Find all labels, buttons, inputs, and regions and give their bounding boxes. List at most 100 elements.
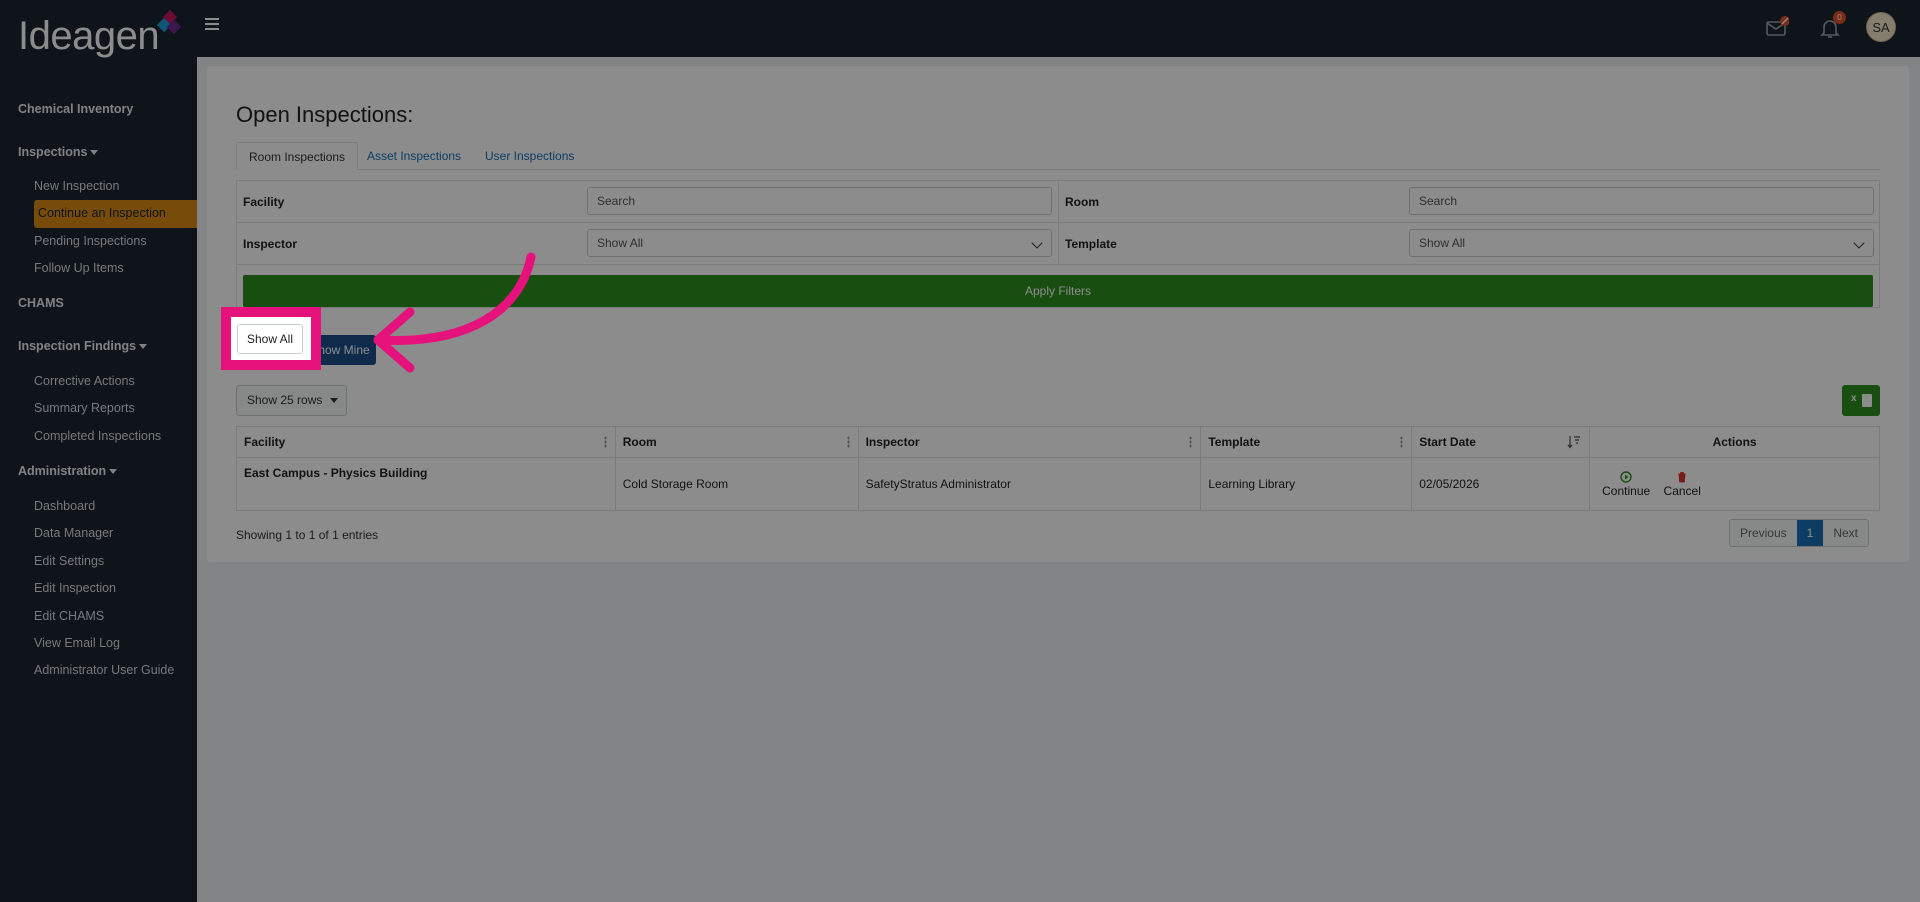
column-menu-icon[interactable]: [846, 436, 850, 448]
nav-corrective-actions[interactable]: Corrective Actions: [34, 374, 135, 388]
logo-text: Ideagen: [18, 14, 160, 58]
ideagen-logo[interactable]: Ideagen: [18, 9, 182, 62]
header-label: Facility: [244, 435, 286, 449]
room-label: Room: [1065, 195, 1099, 209]
nav-chams[interactable]: CHAMS: [18, 296, 64, 310]
tab-user-inspections[interactable]: User Inspections: [473, 142, 586, 170]
nav-edit-settings[interactable]: Edit Settings: [34, 554, 104, 568]
nav-label: CHAMS: [18, 296, 64, 310]
rows-per-page-select[interactable]: Show 25 rows: [236, 385, 347, 416]
nav-admin-user-guide[interactable]: Administrator User Guide: [34, 663, 174, 677]
filter-panel: Facility Search Room Search Inspector Sh…: [236, 180, 1880, 308]
rows-per-page-value: Show 25 rows: [247, 393, 323, 407]
column-menu-icon[interactable]: [1400, 436, 1404, 448]
column-menu-icon[interactable]: [1189, 436, 1193, 448]
user-avatar[interactable]: SA: [1866, 12, 1896, 42]
cell-actions: Continue Cancel: [1589, 457, 1880, 511]
chevron-down-icon: [1853, 237, 1865, 249]
excel-icon: x: [1851, 393, 1857, 404]
caret-down-icon: [90, 150, 99, 156]
cell-start-date: 02/05/2026: [1411, 457, 1591, 511]
content-card: Open Inspections: Room Inspections Asset…: [207, 66, 1909, 562]
caret-down-icon: [330, 398, 339, 404]
col-room[interactable]: Room: [614, 426, 859, 458]
table-row: East Campus - Physics Building Cold Stor…: [236, 457, 1880, 511]
nav-label: Administration: [18, 464, 107, 478]
nav-summary-reports[interactable]: Summary Reports: [34, 401, 135, 415]
nav-completed-inspections[interactable]: Completed Inspections: [34, 429, 161, 443]
pagination: Previous 1 Next: [1728, 519, 1869, 547]
filter-row: Inspector Show All Template Show All: [237, 223, 1879, 265]
facility-search-input[interactable]: Search: [587, 187, 1052, 215]
nav-inspections[interactable]: Inspections: [18, 145, 99, 159]
mail-icon[interactable]: [1765, 16, 1790, 40]
header-label: Inspector: [865, 435, 920, 449]
nav-administration[interactable]: Administration: [18, 464, 118, 478]
divider: [1058, 181, 1059, 223]
nav-view-email-log[interactable]: View Email Log: [34, 636, 120, 650]
col-facility[interactable]: Facility: [236, 426, 616, 458]
page-1-button[interactable]: 1: [1796, 520, 1824, 546]
inspector-label: Inspector: [243, 237, 298, 251]
nav-label: Inspection Findings: [18, 339, 137, 353]
inspections-table: Facility Room Inspector Template Start D…: [236, 426, 1880, 511]
excel-export-button[interactable]: x: [1842, 385, 1880, 416]
header-label: Actions: [1712, 435, 1757, 449]
trash-icon: [1678, 471, 1687, 482]
tab-asset-inspections[interactable]: Asset Inspections: [355, 142, 473, 170]
continue-label: Continue: [1602, 483, 1651, 498]
nav-chemical-inventory[interactable]: Chemical Inventory: [18, 102, 133, 116]
bell-icon[interactable]: 0: [1818, 11, 1846, 40]
top-bar: 0 SA: [197, 0, 1920, 57]
header-label: Template: [1208, 435, 1261, 449]
nav-data-manager[interactable]: Data Manager: [34, 526, 113, 540]
cancel-label: Cancel: [1663, 483, 1701, 498]
col-start-date[interactable]: Start Date: [1411, 426, 1591, 458]
entries-summary: Showing 1 to 1 of 1 entries: [236, 528, 379, 542]
nav-new-inspection[interactable]: New Inspection: [34, 179, 119, 193]
cell-room: Cold Storage Room: [614, 457, 859, 511]
nav-follow-up-items[interactable]: Follow Up Items: [34, 261, 124, 275]
inspection-tabs: Room Inspections Asset Inspections User …: [236, 142, 1880, 170]
header-label: Room: [622, 435, 657, 449]
previous-page-button[interactable]: Previous: [1729, 520, 1797, 546]
room-search-input[interactable]: Search: [1409, 187, 1874, 215]
tab-room-inspections[interactable]: Room Inspections: [236, 142, 359, 170]
inspector-select[interactable]: Show All: [587, 229, 1052, 257]
next-page-button[interactable]: Next: [1823, 520, 1868, 546]
inspector-select-value: Show All: [597, 236, 644, 250]
template-label: Template: [1065, 237, 1117, 251]
table-header-row: Facility Room Inspector Template Start D…: [236, 426, 1880, 458]
divider: [1058, 223, 1059, 265]
hamburger-menu-icon[interactable]: [205, 18, 219, 33]
cancel-action-button[interactable]: Cancel: [1664, 471, 1701, 498]
logo-mark-icon: [157, 9, 182, 35]
sheet-icon: [1862, 394, 1872, 407]
main-content: Open Inspections: Room Inspections Asset…: [197, 57, 1920, 902]
column-menu-icon[interactable]: [603, 436, 607, 448]
nav-pending-inspections[interactable]: Pending Inspections: [34, 234, 147, 248]
nav-edit-chams[interactable]: Edit CHAMS: [34, 609, 104, 623]
caret-down-icon: [109, 469, 118, 475]
sort-descending-icon[interactable]: [1567, 435, 1581, 449]
template-select[interactable]: Show All: [1409, 229, 1874, 257]
highlight-box: [221, 307, 321, 370]
facility-label: Facility: [243, 195, 285, 209]
template-select-value: Show All: [1419, 236, 1466, 250]
nav-edit-inspection[interactable]: Edit Inspection: [34, 581, 116, 595]
cell-inspector: SafetyStratus Administrator: [857, 457, 1202, 511]
col-template[interactable]: Template: [1200, 426, 1413, 458]
continue-action-button[interactable]: Continue: [1602, 470, 1651, 498]
nav-continue-inspection[interactable]: Continue an Inspection: [34, 200, 197, 228]
apply-filters-button[interactable]: Apply Filters: [243, 275, 1873, 307]
chevron-down-icon: [1031, 237, 1043, 249]
nav-label: Inspections: [18, 145, 88, 159]
header-label: Start Date: [1419, 435, 1476, 449]
nav-inspection-findings[interactable]: Inspection Findings: [18, 339, 148, 353]
nav-dashboard[interactable]: Dashboard: [34, 499, 95, 513]
notification-badge: 0: [1833, 11, 1846, 24]
cell-facility: East Campus - Physics Building: [236, 457, 616, 511]
nav-label: Chemical Inventory: [18, 102, 134, 116]
col-inspector[interactable]: Inspector: [857, 426, 1202, 458]
play-circle-icon: [1620, 470, 1632, 483]
